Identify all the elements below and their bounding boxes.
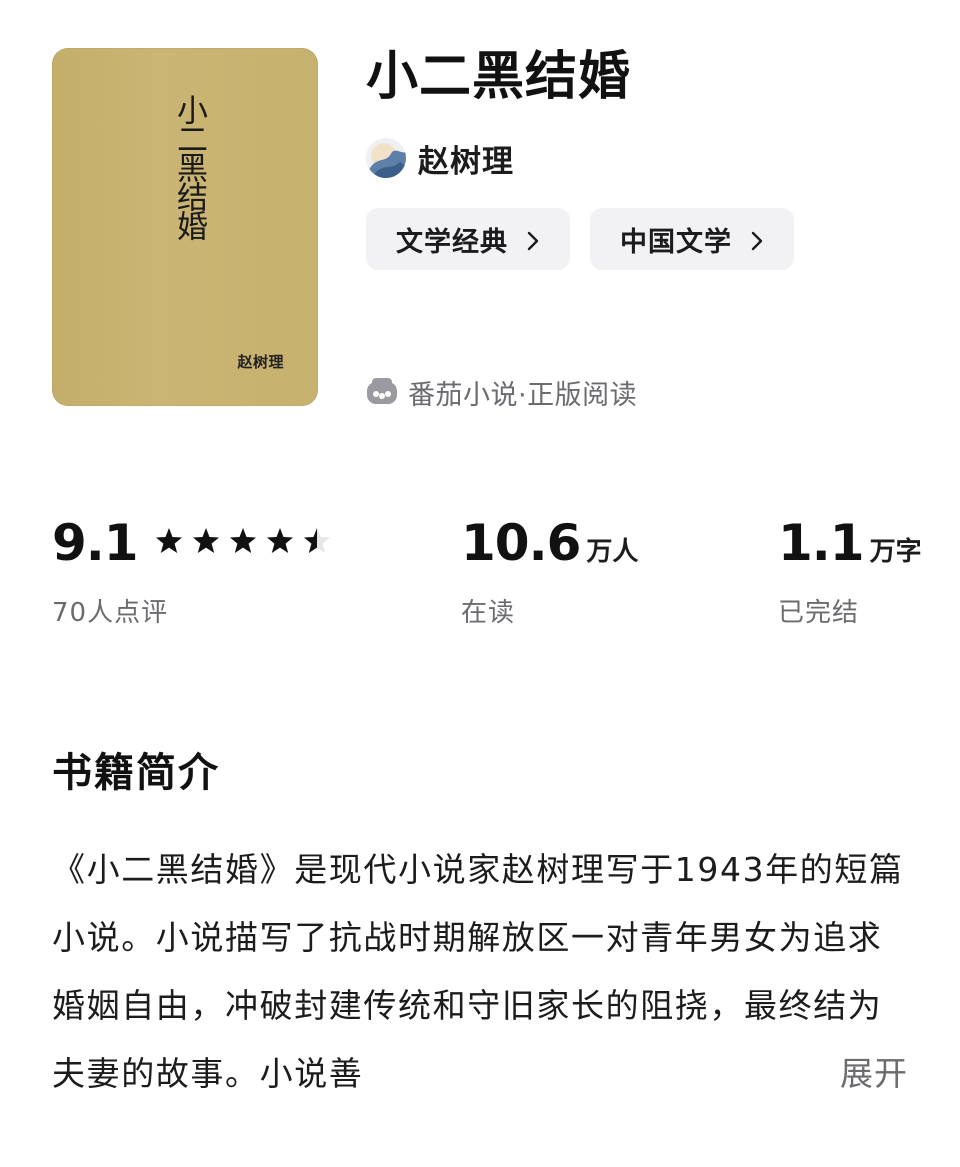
tomato-novel-icon xyxy=(366,376,398,408)
star-icon xyxy=(154,526,184,556)
star-icon xyxy=(265,526,295,556)
tag-label: 中国文学 xyxy=(620,226,732,258)
readers-label: 在读 xyxy=(461,598,516,628)
cover-author: 赵树理 xyxy=(237,353,284,371)
tag-chinese-literature[interactable]: 中国文学 xyxy=(590,208,794,270)
tag-label: 文学经典 xyxy=(396,226,508,258)
words-stat: 1.1 万字 已完结 xyxy=(778,514,922,629)
book-cover[interactable]: 小二黑结婚 赵树理 xyxy=(52,48,318,406)
readers-stat: 10.6 万人 在读 xyxy=(461,514,638,629)
author-row[interactable]: 赵树理 xyxy=(366,136,514,180)
book-title: 小二黑结婚 xyxy=(366,47,632,107)
author-avatar[interactable] xyxy=(366,138,406,178)
readers-unit: 万人 xyxy=(586,537,639,567)
rating-count: 70人点评 xyxy=(52,598,169,628)
chevron-right-icon xyxy=(522,228,544,251)
rating-score: 9.1 xyxy=(52,514,139,572)
book-description: 《小二黑结婚》是现代小说家赵树理写于1943年的短篇小说。小说描写了抗战时期解放… xyxy=(52,836,908,1108)
cover-title: 小二黑结婚 xyxy=(171,94,207,239)
readers-count: 10.6 xyxy=(461,514,581,572)
star-icon xyxy=(302,526,332,556)
tag-list: 文学经典 中国文学 xyxy=(366,208,794,270)
completion-status: 已完结 xyxy=(778,598,860,628)
word-count: 1.1 xyxy=(778,514,865,572)
star-icon xyxy=(228,526,258,556)
tag-literary-classics[interactable]: 文学经典 xyxy=(366,208,570,270)
author-name[interactable]: 赵树理 xyxy=(418,136,514,181)
star-icon xyxy=(191,526,221,556)
chevron-right-icon xyxy=(746,228,768,251)
word-unit: 万字 xyxy=(869,537,922,567)
section-title: 书籍简介 xyxy=(52,750,220,796)
source-info: 番茄小说·正版阅读 xyxy=(366,372,637,412)
expand-button[interactable]: 展开 xyxy=(840,1040,908,1108)
rating-stars xyxy=(154,526,339,556)
rating-stat[interactable]: 9.1 70人点评 xyxy=(52,514,339,629)
source-text: 番茄小说·正版阅读 xyxy=(408,379,638,411)
